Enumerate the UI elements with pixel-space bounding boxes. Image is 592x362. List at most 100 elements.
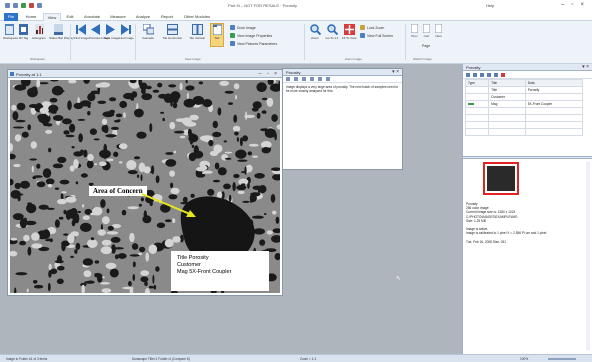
previous-image-button[interactable]: Previous Image [89, 24, 110, 40]
next-image-button[interactable]: Next Image [104, 24, 119, 40]
tab-analyze[interactable]: Analyze [132, 13, 154, 21]
dock-image-item[interactable]: Dock Image [230, 25, 256, 30]
status-left: Image in Folder #1 of 3 items [6, 357, 48, 361]
column-header-type[interactable]: Type [464, 79, 490, 87]
next-page-button[interactable]: Next [433, 24, 444, 38]
dock-icon [230, 25, 235, 30]
undo-icon[interactable] [29, 3, 34, 8]
note-panel[interactable]: Porosity ▾ × Image displays a very large… [282, 68, 403, 170]
image-workspace[interactable]: Porosity at 1:1 – ▫ × Area of Concern Ti… [0, 64, 462, 354]
group-label-view-image: View Image [185, 57, 201, 61]
prev-page-button[interactable]: Prev [409, 24, 420, 38]
cell-type [464, 100, 490, 108]
table-row[interactable]: Title Porosity [464, 86, 584, 94]
list-icon[interactable] [487, 73, 491, 77]
underline-icon[interactable] [302, 77, 306, 81]
next-image-icon [106, 24, 115, 35]
tile-horizontal-button[interactable]: Tile Horizontal [160, 24, 184, 40]
tab-annotate[interactable]: Annotate [80, 13, 104, 21]
lock-zoom-item[interactable]: Lock Zoom [360, 25, 384, 30]
column-header-data[interactable]: Data [524, 79, 584, 87]
view-image-properties-item[interactable]: View Image Properties [230, 33, 272, 38]
help-menu[interactable]: Help [486, 3, 494, 8]
image-icon [10, 72, 14, 76]
curr-page-icon [423, 24, 430, 33]
tab-other-modules[interactable]: Other Modules [181, 13, 213, 21]
zoom-slider[interactable] [548, 358, 576, 360]
table-row[interactable] [464, 128, 584, 136]
edit-field-icon[interactable] [494, 73, 498, 77]
curr-page-button[interactable]: Curr [421, 24, 432, 38]
cell-type [464, 86, 490, 94]
tab-home[interactable]: Home [22, 13, 40, 21]
workspace-button[interactable]: Workspace [3, 24, 18, 40]
bold-icon[interactable] [286, 77, 290, 81]
font-icon[interactable] [310, 77, 314, 81]
tab-report[interactable]: Report [157, 13, 177, 21]
note-panel-caption[interactable]: Porosity ▾ × [283, 69, 402, 76]
table-row[interactable] [464, 107, 584, 115]
open-icon[interactable] [13, 3, 18, 8]
save-icon[interactable] [21, 3, 26, 8]
3d-tag-button[interactable]: 3D Tag [17, 24, 30, 40]
paste-field-icon[interactable] [480, 73, 484, 77]
new-field-icon[interactable] [466, 73, 470, 77]
panel-splitter[interactable] [463, 156, 592, 159]
delete-field-icon[interactable] [501, 73, 505, 77]
parameters-icon [230, 41, 235, 46]
properties-panel-caption[interactable]: Porosity ▾ × [463, 64, 592, 71]
align-icon[interactable] [326, 77, 330, 81]
view-pictures-parameters-item[interactable]: View Pictures Parameters [230, 41, 277, 46]
cascade-button[interactable]: Cascade [139, 24, 157, 40]
image-thumbnail[interactable] [483, 162, 519, 195]
note-panel-controls[interactable]: ▾ × [392, 69, 399, 75]
tab-view[interactable]: View [43, 13, 61, 21]
last-image-button[interactable]: Last Image [119, 24, 134, 40]
ribbon-tabs: File Home View Edit Annotate Measure Ana… [0, 12, 592, 21]
quick-access-toolbar[interactable] [5, 3, 42, 8]
tab-measure[interactable]: Measure [107, 13, 129, 21]
fit-to-view-button[interactable]: Fit To View [342, 24, 357, 40]
image-window-caption[interactable]: Porosity at 1:1 – ▫ × [8, 70, 282, 78]
first-image-icon [75, 24, 86, 35]
italic-icon[interactable] [294, 77, 298, 81]
histogram-button[interactable]: Histogram [31, 24, 47, 40]
tab-file[interactable]: File [4, 13, 18, 21]
details-scrollbar[interactable] [586, 162, 590, 350]
area-of-concern-label[interactable]: Area of Concern [89, 186, 147, 196]
minimize-icon[interactable]: – [561, 2, 564, 8]
cell-title: Title [488, 86, 526, 94]
tab-edit[interactable]: Edit [63, 13, 77, 21]
table-row[interactable] [464, 114, 584, 122]
app-icon [5, 3, 10, 8]
image-window[interactable]: Porosity at 1:1 – ▫ × Area of Concern Ti… [7, 69, 283, 296]
print-icon[interactable] [37, 3, 42, 8]
note-text[interactable]: Image displays a very large area of poro… [283, 83, 402, 95]
zoom-button[interactable]: Zoom [308, 24, 322, 40]
properties-panel-controls[interactable]: ▾ × [582, 64, 589, 70]
info-customer-line: Customer [177, 262, 201, 268]
first-image-button[interactable]: First Image [74, 24, 89, 40]
cell-data[interactable]: 5X-Front Coupler [524, 100, 584, 108]
image-window-controls[interactable]: – ▫ × [259, 71, 279, 77]
go-to-1-1-button[interactable]: Go To 1:1 [325, 24, 339, 40]
view-full-screen-item[interactable]: View Full Screen [360, 33, 393, 38]
tile-vertical-button[interactable]: Tile Vertical [186, 24, 208, 40]
close-icon[interactable]: × [580, 2, 584, 8]
tab-view-button[interactable]: Tab [210, 23, 224, 47]
column-header-title[interactable]: Title [488, 79, 526, 87]
table-row[interactable]: Customer [464, 93, 584, 101]
cell-data[interactable]: Porosity [524, 86, 584, 94]
table-row[interactable] [464, 121, 584, 129]
tab-view-icon [212, 24, 222, 35]
cell-data[interactable] [524, 93, 584, 101]
tag-icon [19, 24, 28, 35]
status-bar-display-button[interactable]: Status Bar Display [49, 24, 74, 40]
color-icon[interactable] [318, 77, 322, 81]
copy-field-icon[interactable] [473, 73, 477, 77]
table-row[interactable]: Mag 5X-Front Coupler [464, 100, 584, 108]
prev-page-icon [411, 24, 418, 33]
porosity-image[interactable]: Area of Concern Title Porosity Customer … [10, 80, 280, 293]
maximize-icon[interactable]: ▫ [571, 2, 573, 8]
image-info-box[interactable]: Title Porosity Customer Mag 5X-Front Cou… [171, 251, 269, 291]
